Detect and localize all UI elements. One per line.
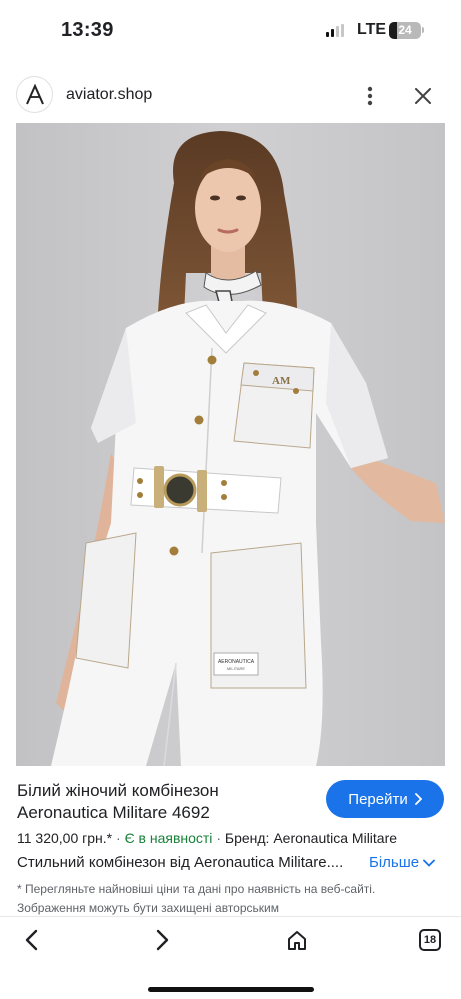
go-to-site-button[interactable]: Перейти bbox=[326, 780, 444, 818]
forward-icon[interactable] bbox=[148, 925, 178, 955]
meta-separator: · bbox=[216, 830, 221, 846]
product-info-panel: Білий жіночий комбінезон Aeronautica Mil… bbox=[0, 766, 461, 916]
garment-label-text: MILITARE bbox=[227, 666, 245, 671]
home-icon[interactable] bbox=[282, 925, 312, 955]
network-type: LTE bbox=[357, 21, 387, 38]
chevron-right-icon bbox=[414, 793, 422, 805]
battery-level: 24 bbox=[398, 23, 412, 37]
bottom-navigation: 18 bbox=[0, 916, 461, 999]
close-icon[interactable] bbox=[409, 82, 437, 110]
tabs-icon[interactable]: 18 bbox=[419, 929, 441, 951]
product-image[interactable]: AM AERONAUTICA MILITARE bbox=[16, 123, 445, 766]
go-button-label: Перейти bbox=[348, 790, 408, 808]
chevron-down-icon bbox=[423, 859, 436, 867]
status-time: 13:39 bbox=[61, 19, 114, 41]
garment-label-text: AERONAUTICA bbox=[218, 659, 255, 665]
more-button[interactable]: Більше bbox=[369, 854, 436, 871]
product-title[interactable]: Білий жіночий комбінезон Aeronautica Mil… bbox=[17, 780, 307, 824]
price-disclaimer: * Перегляньте найновіші ціни та дані про… bbox=[17, 882, 376, 915]
site-domain[interactable]: aviator.shop bbox=[66, 86, 152, 104]
back-icon[interactable] bbox=[16, 925, 46, 955]
aviator-logo-icon[interactable] bbox=[16, 76, 53, 113]
home-indicator[interactable] bbox=[148, 987, 314, 992]
more-vert-icon[interactable] bbox=[356, 82, 384, 110]
product-brand: Бренд: Aeronautica Militare bbox=[224, 830, 398, 846]
signal-icon bbox=[326, 24, 344, 37]
site-header: aviator.shop bbox=[0, 70, 461, 120]
product-price: 11 320,00 грн.* bbox=[17, 830, 113, 846]
product-meta: 11 320,00 грн.* · Є в наявності · Бренд:… bbox=[17, 830, 397, 846]
stock-status: Є в наявності bbox=[124, 830, 213, 846]
product-description: Стильний комбінезон від Aeronautica Mili… bbox=[17, 854, 344, 871]
svg-text:AM: AM bbox=[272, 375, 291, 387]
battery-icon: 24 bbox=[389, 22, 421, 39]
meta-separator: · bbox=[116, 830, 121, 846]
more-button-label: Більше bbox=[369, 854, 420, 871]
status-bar: 13:39 LTE 24 bbox=[0, 0, 461, 62]
